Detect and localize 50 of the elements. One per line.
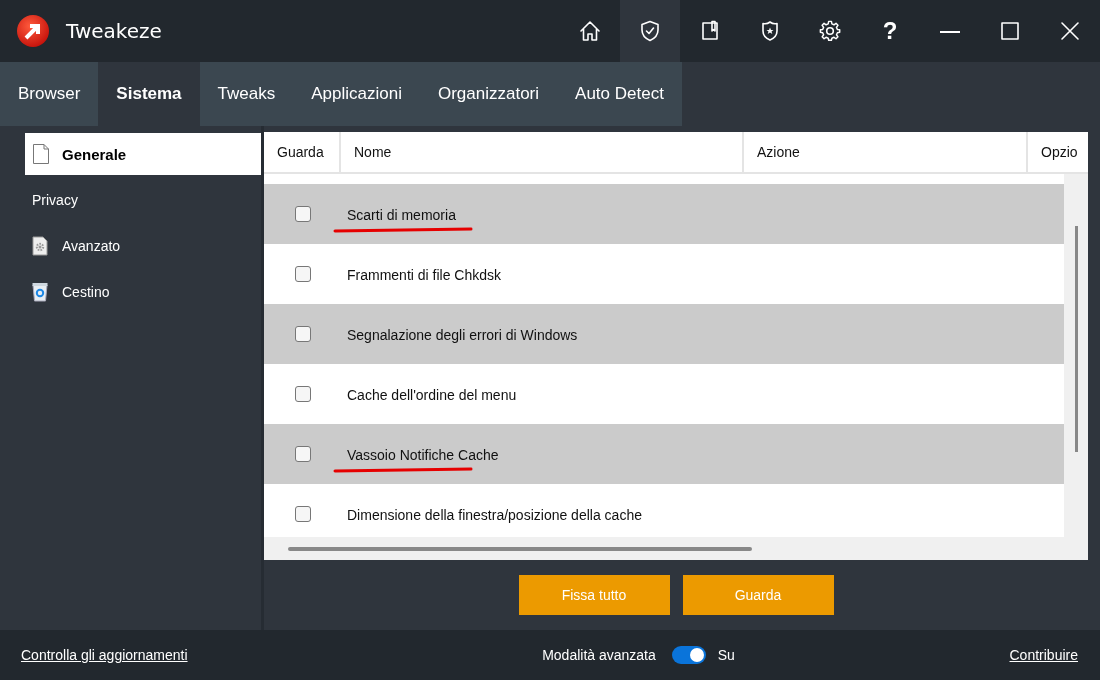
sidebar-item[interactable]: Avanzato [25, 225, 261, 267]
checkbox[interactable] [294, 206, 311, 222]
toggle-switch[interactable] [671, 646, 706, 664]
row-name: Frammenti di file Chkdsk [347, 266, 502, 283]
tab[interactable]: Applicazioni [293, 62, 420, 126]
sidebar-label: Cestino [62, 284, 110, 300]
toggle-label: Su [717, 647, 735, 663]
tab[interactable]: Tweaks [199, 62, 294, 126]
checkbox[interactable] [294, 386, 311, 402]
column-header[interactable]: Nome [341, 132, 744, 172]
column-header[interactable]: Guarda [264, 132, 341, 172]
column-header[interactable]: Opzio [1028, 132, 1088, 172]
horizontal-scrollbar[interactable] [264, 537, 1088, 560]
sidebar-item[interactable]: Cestino [25, 271, 261, 313]
contribute-link[interactable]: Contribuire [1009, 647, 1078, 663]
sidebar-item[interactable]: Generale [25, 133, 261, 175]
tab[interactable]: Browser [0, 62, 99, 126]
sidebar-label: Avanzato [62, 238, 121, 254]
sidebar-label: Generale [62, 145, 127, 163]
logo-icon [16, 14, 50, 48]
notebook-icon [700, 20, 720, 42]
row-name: Scarti di memoria [347, 206, 456, 223]
close-icon [1060, 21, 1080, 41]
help-button[interactable]: ? [860, 0, 920, 62]
app-title: Tweakeze [66, 19, 162, 43]
vertical-scrollbar[interactable] [1064, 174, 1088, 537]
settings-icon [819, 20, 841, 42]
row-name: Dimensione della finestra/posizione della cache [347, 506, 642, 523]
tab[interactable]: Organizzatori [419, 62, 558, 126]
checkbox[interactable] [294, 266, 311, 282]
mode-label: Modalità avanzata [542, 647, 656, 663]
home-icon [579, 20, 601, 42]
update-link[interactable]: Controlla gli aggiornamenti [21, 647, 188, 663]
checkbox[interactable] [294, 506, 311, 522]
checkbox[interactable] [294, 326, 311, 342]
row-name: Cache dell'ordine del menu [347, 386, 517, 403]
row-name: Vassoio Notifiche Cache [347, 446, 499, 463]
checkbox[interactable] [294, 446, 311, 462]
sidebar-label: Privacy [32, 192, 78, 208]
maximize-icon [1000, 21, 1020, 41]
minimize-icon [940, 29, 960, 33]
scroll-thumb[interactable] [1074, 226, 1078, 452]
sidebar-item[interactable]: Privacy [25, 179, 261, 221]
badge-star-icon [761, 20, 779, 42]
shield-check-icon [640, 20, 660, 42]
shield-check-button[interactable] [620, 0, 680, 62]
scroll-thumb[interactable] [288, 546, 752, 551]
column-header[interactable]: Azione [744, 132, 1028, 172]
tab[interactable]: Auto Detect [557, 62, 682, 126]
row-name: Segnalazione degli errori di Windows [347, 326, 578, 343]
